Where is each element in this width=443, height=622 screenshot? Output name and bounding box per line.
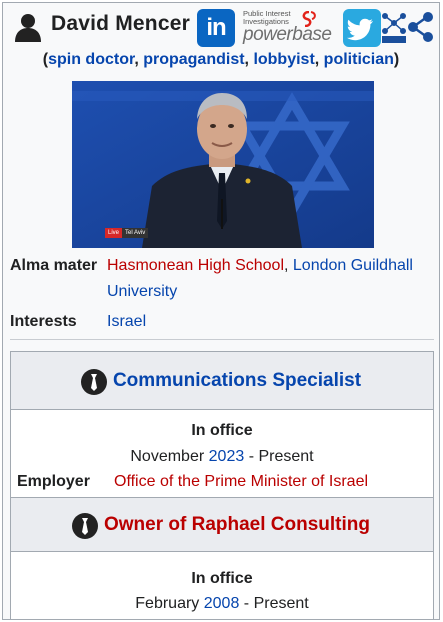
person-name: David Mencer bbox=[51, 12, 190, 35]
section-divider bbox=[10, 339, 434, 340]
interests-row: Interests Israel bbox=[10, 309, 438, 335]
twitter-bird-icon bbox=[346, 18, 373, 41]
in-office-label: In office bbox=[191, 570, 253, 587]
position-title-1[interactable]: Communications Specialist bbox=[11, 370, 433, 392]
twitter-icon[interactable] bbox=[343, 9, 381, 47]
powerbase-logo[interactable]: Public Interest Investigations powerbase bbox=[243, 9, 339, 47]
graph-icon[interactable] bbox=[407, 11, 435, 43]
employer-label: Employer bbox=[17, 473, 90, 490]
start-month: February bbox=[135, 595, 200, 612]
role-link-spin-doctor[interactable]: spin doctor bbox=[48, 51, 134, 68]
person-photo[interactable]: Live Tel Aviv bbox=[72, 81, 374, 248]
photo-illustration bbox=[72, 81, 374, 248]
position-dates-2: February 2008 - Present bbox=[11, 595, 433, 613]
alma-mater-row: Alma mater Hasmonean High School, London… bbox=[10, 253, 438, 305]
role-link-politician[interactable]: politician bbox=[324, 51, 394, 68]
alma-mater-separator: , bbox=[284, 257, 293, 274]
live-label: Live bbox=[105, 228, 123, 238]
infobox-header: David Mencer in Public Interest Investig… bbox=[3, 3, 439, 49]
linkedin-label: in bbox=[206, 14, 226, 41]
role-link-lobbyist[interactable]: lobbyist bbox=[253, 51, 314, 68]
end-present: - Present bbox=[243, 595, 309, 612]
position-header-1: Communications Specialist bbox=[11, 352, 433, 410]
position-section-1: Communications Specialist In office Nove… bbox=[10, 351, 434, 499]
alma-mater-link-hasmonean[interactable]: Hasmonean High School bbox=[107, 257, 284, 274]
position-body-2: In office February 2008 - Present bbox=[11, 552, 433, 619]
alma-mater-link-london-guildhall-cont[interactable]: University bbox=[107, 283, 177, 300]
end-present: - Present bbox=[248, 448, 314, 465]
interests-link-israel[interactable]: Israel bbox=[107, 313, 146, 330]
role-link-propagandist[interactable]: propagandist bbox=[143, 51, 244, 68]
rdf-icon[interactable] bbox=[381, 11, 407, 43]
in-office-label: In office bbox=[191, 422, 253, 439]
position-title-2[interactable]: Owner of Raphael Consulting bbox=[11, 514, 433, 536]
infobox: David Mencer in Public Interest Investig… bbox=[2, 2, 440, 620]
employer-value: Office of the Prime Minister of Israel bbox=[114, 473, 368, 491]
linkedin-icon[interactable]: in bbox=[197, 9, 235, 47]
live-badge: Live Tel Aviv bbox=[105, 228, 149, 238]
position-dates-1: November 2023 - Present bbox=[11, 448, 433, 466]
powerbase-wordmark: powerbase bbox=[243, 24, 332, 45]
roles-close-paren: ) bbox=[393, 51, 400, 68]
roles-separator: , bbox=[314, 51, 324, 68]
start-month: November bbox=[130, 448, 205, 465]
person-icon bbox=[15, 14, 41, 42]
alma-mater-value: Hasmonean High School, London Guildhall U… bbox=[107, 253, 437, 305]
live-location: Tel Aviv bbox=[122, 228, 149, 238]
position-body-1: In office November 2023 - Present Employ… bbox=[11, 410, 433, 498]
alma-mater-link-london-guildhall[interactable]: London Guildhall bbox=[293, 257, 413, 274]
alma-mater-label: Alma mater bbox=[10, 257, 98, 274]
interests-value: Israel bbox=[107, 309, 437, 335]
start-year-link[interactable]: 2023 bbox=[209, 448, 245, 465]
start-year-link[interactable]: 2008 bbox=[204, 595, 240, 612]
employer-link[interactable]: Office of the Prime Minister of Israel bbox=[114, 473, 368, 490]
roles-separator: , bbox=[134, 51, 144, 68]
position-section-2: Owner of Raphael Consulting In office Fe… bbox=[10, 497, 434, 619]
position-header-2: Owner of Raphael Consulting bbox=[11, 498, 433, 552]
interests-label: Interests bbox=[10, 313, 77, 330]
roles-list: (spin doctor, propagandist, lobbyist, po… bbox=[3, 51, 439, 69]
